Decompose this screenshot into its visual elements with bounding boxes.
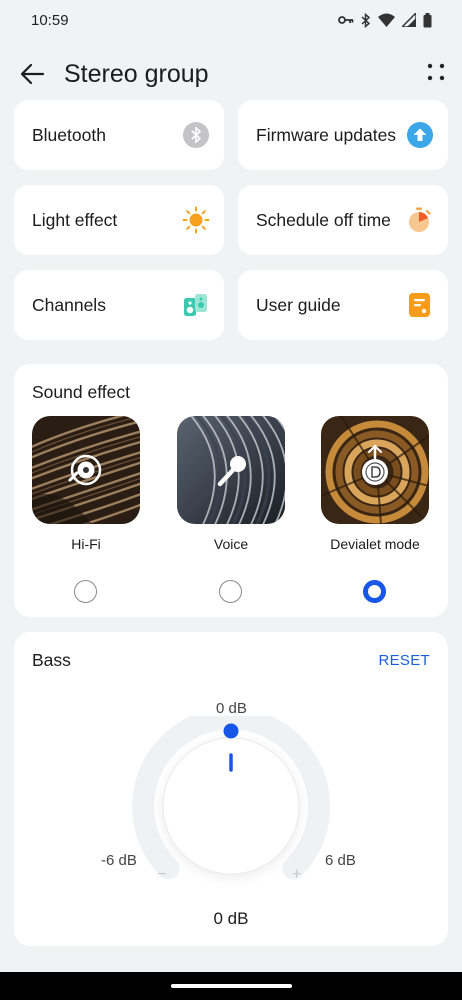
key-icon xyxy=(338,16,354,24)
status-time: 10:59 xyxy=(31,11,69,29)
sound-effect-card: Sound effect Hi-Fi Voice Devialet mode xyxy=(14,364,448,617)
tile-label: Channels xyxy=(32,294,106,315)
app-bar: Stereo group xyxy=(0,48,462,102)
bluetooth-icon xyxy=(182,121,210,149)
bass-top-label: 0 dB xyxy=(216,700,247,717)
plus-icon: + xyxy=(292,866,302,883)
tile-schedule-off-time[interactable]: Schedule off time xyxy=(238,185,448,255)
bass-title: Bass xyxy=(32,650,71,670)
reset-button[interactable]: RESET xyxy=(378,652,430,669)
bass-card: Bass RESET 0 dB -6 dB 6 dB − + 0 dB xyxy=(14,632,448,946)
tile-bluetooth[interactable]: Bluetooth xyxy=(14,100,224,170)
sun-icon xyxy=(182,206,210,234)
tile-label: Firmware updates xyxy=(256,124,397,145)
minus-icon: − xyxy=(157,866,167,883)
battery-icon xyxy=(423,12,432,27)
document-icon xyxy=(406,291,434,319)
arrow-left-icon[interactable] xyxy=(18,60,46,88)
voice-label: Voice xyxy=(213,536,249,552)
page-title: Stereo group xyxy=(64,60,209,88)
devialet-mode-image[interactable] xyxy=(321,416,429,524)
tile-channels[interactable]: Channels xyxy=(14,270,224,340)
speakers-icon xyxy=(182,291,210,319)
sound-effect-title: Sound effect xyxy=(32,382,130,402)
bass-thumb[interactable] xyxy=(223,723,239,739)
upload-icon xyxy=(406,121,434,149)
devialet-mode-label: Devialet mode xyxy=(330,536,420,552)
tile-label: Bluetooth xyxy=(32,124,106,145)
bass-max-label: 6 dB xyxy=(325,852,356,869)
status-bar: 10:59 xyxy=(0,0,462,40)
signal-icon xyxy=(402,13,416,27)
tile-light-effect[interactable]: Light effect xyxy=(14,185,224,255)
hifi-image[interactable] xyxy=(32,416,140,524)
tile-label: Light effect xyxy=(32,209,118,230)
tile-label: User guide xyxy=(256,294,341,315)
voice-radio[interactable] xyxy=(219,580,242,603)
bass-min-label: -6 dB xyxy=(101,852,137,869)
devialet-mode-radio[interactable] xyxy=(363,580,386,603)
tile-user-guide[interactable]: User guide xyxy=(238,270,448,340)
more-dots-icon[interactable] xyxy=(424,62,448,86)
home-handle[interactable] xyxy=(171,984,292,988)
voice-image[interactable] xyxy=(177,416,285,524)
wifi-icon xyxy=(378,13,395,27)
status-icons xyxy=(338,12,432,28)
tile-firmware-updates[interactable]: Firmware updates xyxy=(238,100,448,170)
hifi-radio[interactable] xyxy=(74,580,97,603)
navigation-bar xyxy=(0,972,462,1000)
bluetooth-icon xyxy=(361,12,371,28)
bass-value: 0 dB xyxy=(213,909,249,928)
timer-icon xyxy=(406,206,434,234)
tile-label: Schedule off time xyxy=(256,209,391,230)
hifi-label: Hi-Fi xyxy=(71,536,101,552)
